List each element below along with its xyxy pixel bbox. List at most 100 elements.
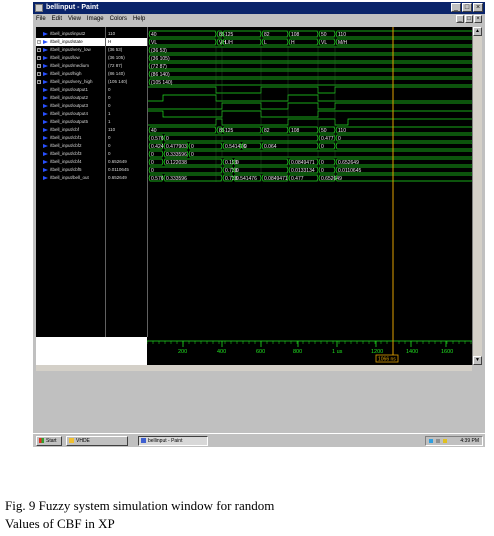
network-icon[interactable]: [429, 439, 433, 443]
start-label: Start: [46, 438, 57, 444]
signal-value: (86 140): [108, 71, 125, 76]
signal-name: /tbell_input/high: [50, 71, 82, 76]
expand-icon[interactable]: +: [37, 56, 41, 60]
bus-segment: [163, 134, 319, 142]
waveform-canvas[interactable]: 40 85 125 82 108 50 110VL VH L/H L H VL M/H(36 53)(3…: [148, 27, 473, 337]
bus-value-label: 0: [321, 168, 324, 174]
caption-line-1: Fig. 9 Fuzzy system simulation window fo…: [5, 498, 275, 513]
bus-segment: [148, 62, 473, 70]
waveform-pane[interactable]: 40 85 125 82 108 50 110 VL VH L/H L H VL M/H (36 53) (3…: [147, 27, 473, 337]
document-window-controls: _ □ ×: [456, 15, 482, 23]
signal-row[interactable]: /tbell_input/cbf3: [36, 150, 105, 158]
signal-arrow-icon: [43, 160, 48, 164]
minimize-button[interactable]: _: [451, 3, 461, 12]
taskbar-item-vhde[interactable]: VHDE: [66, 436, 128, 446]
folder-icon: [69, 438, 74, 443]
expand-icon[interactable]: +: [37, 64, 41, 68]
signal-row[interactable]: /tbell_input/cbf1: [36, 134, 105, 142]
signal-value: (36 53): [108, 47, 123, 52]
paint-app-icon[interactable]: [35, 4, 43, 12]
signal-row[interactable]: /tbell_input/cbf2: [36, 142, 105, 150]
expand-icon[interactable]: +: [37, 48, 41, 52]
maximize-button[interactable]: □: [462, 3, 472, 12]
signal-row[interactable]: + /tbell_input/low: [36, 54, 105, 62]
signal-arrow-icon: [43, 40, 48, 44]
close-button[interactable]: ×: [473, 3, 483, 12]
bus-value-label: L: [264, 40, 267, 46]
bus-segment: [188, 142, 223, 150]
menu-file[interactable]: File: [33, 14, 49, 24]
digital-trace: [148, 110, 473, 118]
signal-row[interactable]: /tbell_input/bell_out: [36, 174, 105, 182]
doc-restore-button[interactable]: □: [465, 15, 473, 23]
figure-caption: Fig. 9 Fuzzy system simulation window fo…: [5, 497, 485, 533]
expand-icon[interactable]: +: [37, 40, 41, 44]
ruler-tick-label: 1400: [406, 349, 418, 355]
bus-value-label: 82: [264, 128, 270, 134]
doc-minimize-button[interactable]: _: [456, 15, 464, 23]
signal-name-pane[interactable]: /tbell_input/input2 + /tbell_input/state + /…: [36, 27, 105, 337]
bus-value-label: 0.477903: [166, 144, 187, 150]
cursor-time-label: 1066 ns: [378, 357, 396, 363]
signal-value: 110: [108, 127, 116, 132]
menu-bar: File Edit View Image Colors Help: [33, 14, 485, 24]
signal-name: /tbell_input/low: [50, 55, 80, 60]
signal-row[interactable]: + /tbell_input/high: [36, 70, 105, 78]
tray-app-icon[interactable]: [443, 439, 447, 443]
system-tray: 4:39 PM: [425, 436, 483, 446]
volume-icon[interactable]: [436, 439, 440, 443]
bus-segment: [148, 166, 223, 174]
bus-value-label: 108: [291, 128, 300, 134]
ruler-tick-label: 1 us: [332, 349, 343, 355]
taskbar-item-paint[interactable]: bellinput - Paint: [138, 436, 208, 446]
signal-arrow-icon: [43, 136, 48, 140]
bus-value-label: 0.064: [264, 144, 277, 150]
signal-name: /tbell_input/cbf5: [50, 167, 82, 172]
digital-trace: [148, 102, 473, 110]
signal-arrow-icon: [43, 80, 48, 84]
signal-row[interactable]: /tbell_input/output1: [36, 86, 105, 94]
signal-value-pane[interactable]: 110 H (36 53) (36 105) (72 87) (86 140) (105 1…: [105, 27, 148, 337]
signal-row[interactable]: + /tbell_input/state: [36, 38, 105, 46]
expand-icon[interactable]: +: [37, 80, 41, 84]
bus-segment: [335, 126, 473, 134]
menu-edit[interactable]: Edit: [49, 14, 65, 24]
window-titlebar[interactable]: bellinput - Paint _ □ ×: [33, 2, 485, 14]
signal-row[interactable]: /tbell_input/input2: [36, 30, 105, 38]
signal-row[interactable]: /tbell_input/output3: [36, 102, 105, 110]
menu-help[interactable]: Help: [130, 14, 148, 24]
signal-row[interactable]: + /tbell_input/very_low: [36, 46, 105, 54]
scroll-down-arrow-icon[interactable]: ▼: [473, 356, 482, 365]
menu-view[interactable]: View: [65, 14, 84, 24]
paint-icon: [141, 438, 146, 443]
bus-value-label: 0: [166, 136, 169, 142]
expand-icon[interactable]: +: [37, 72, 41, 76]
signal-value: 0.652649: [108, 175, 127, 180]
signal-row[interactable]: /tbell_input/cbf: [36, 126, 105, 134]
bus-segment: [335, 38, 473, 46]
signal-value: 0: [108, 143, 111, 148]
signal-row[interactable]: /tbell_input/cbf4: [36, 158, 105, 166]
timeline-ruler[interactable]: 200 400 600 800 1 us 1200 1400 1600 1066 ns: [36, 337, 472, 365]
ruler-tick-label: 600: [256, 349, 265, 355]
signal-arrow-icon: [43, 88, 48, 92]
bus-value-label: 0.477: [291, 176, 304, 182]
signal-row[interactable]: /tbell_input/output5: [36, 118, 105, 126]
signal-row[interactable]: + /tbell_input/medium: [36, 62, 105, 70]
ruler-tick-label: 800: [293, 349, 302, 355]
menu-image[interactable]: Image: [84, 14, 107, 24]
horizontal-scrollbar[interactable]: [36, 365, 472, 371]
bus-value-label: (36 105): [151, 56, 170, 62]
menu-colors[interactable]: Colors: [107, 14, 130, 24]
signal-row[interactable]: /tbell_input/output4: [36, 110, 105, 118]
taskbar-item-paint-label: bellinput - Paint: [148, 438, 183, 444]
signal-row[interactable]: + /tbell_input/very_high: [36, 78, 105, 86]
bus-value-label: VL: [151, 40, 157, 46]
start-button[interactable]: Start: [36, 436, 62, 446]
bus-value-label: 0.122038: [166, 160, 187, 166]
doc-close-button[interactable]: ×: [474, 15, 482, 23]
scroll-up-arrow-icon[interactable]: ▲: [473, 27, 482, 36]
signal-row[interactable]: /tbell_input/cbf5: [36, 166, 105, 174]
signal-row[interactable]: /tbell_input/output2: [36, 94, 105, 102]
vertical-scrollbar[interactable]: ▲ ▼: [472, 27, 482, 365]
